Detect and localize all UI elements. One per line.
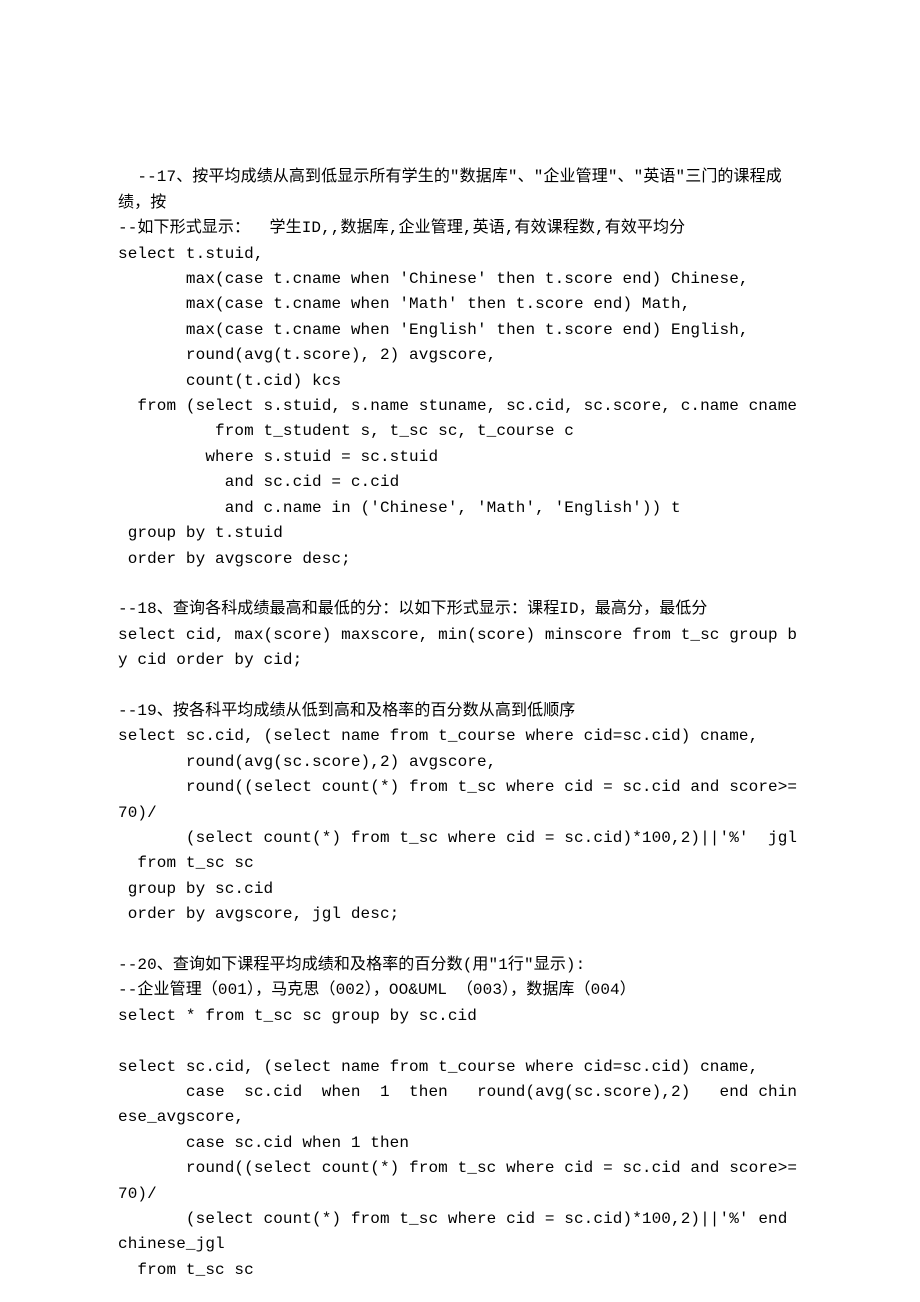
document-page: --17、按平均成绩从高到低显示所有学生的"数据库"、"企业管理"、"英语"三门… [0,0,920,1302]
document-content: --17、按平均成绩从高到低显示所有学生的"数据库"、"企业管理"、"英语"三门… [118,168,797,1278]
